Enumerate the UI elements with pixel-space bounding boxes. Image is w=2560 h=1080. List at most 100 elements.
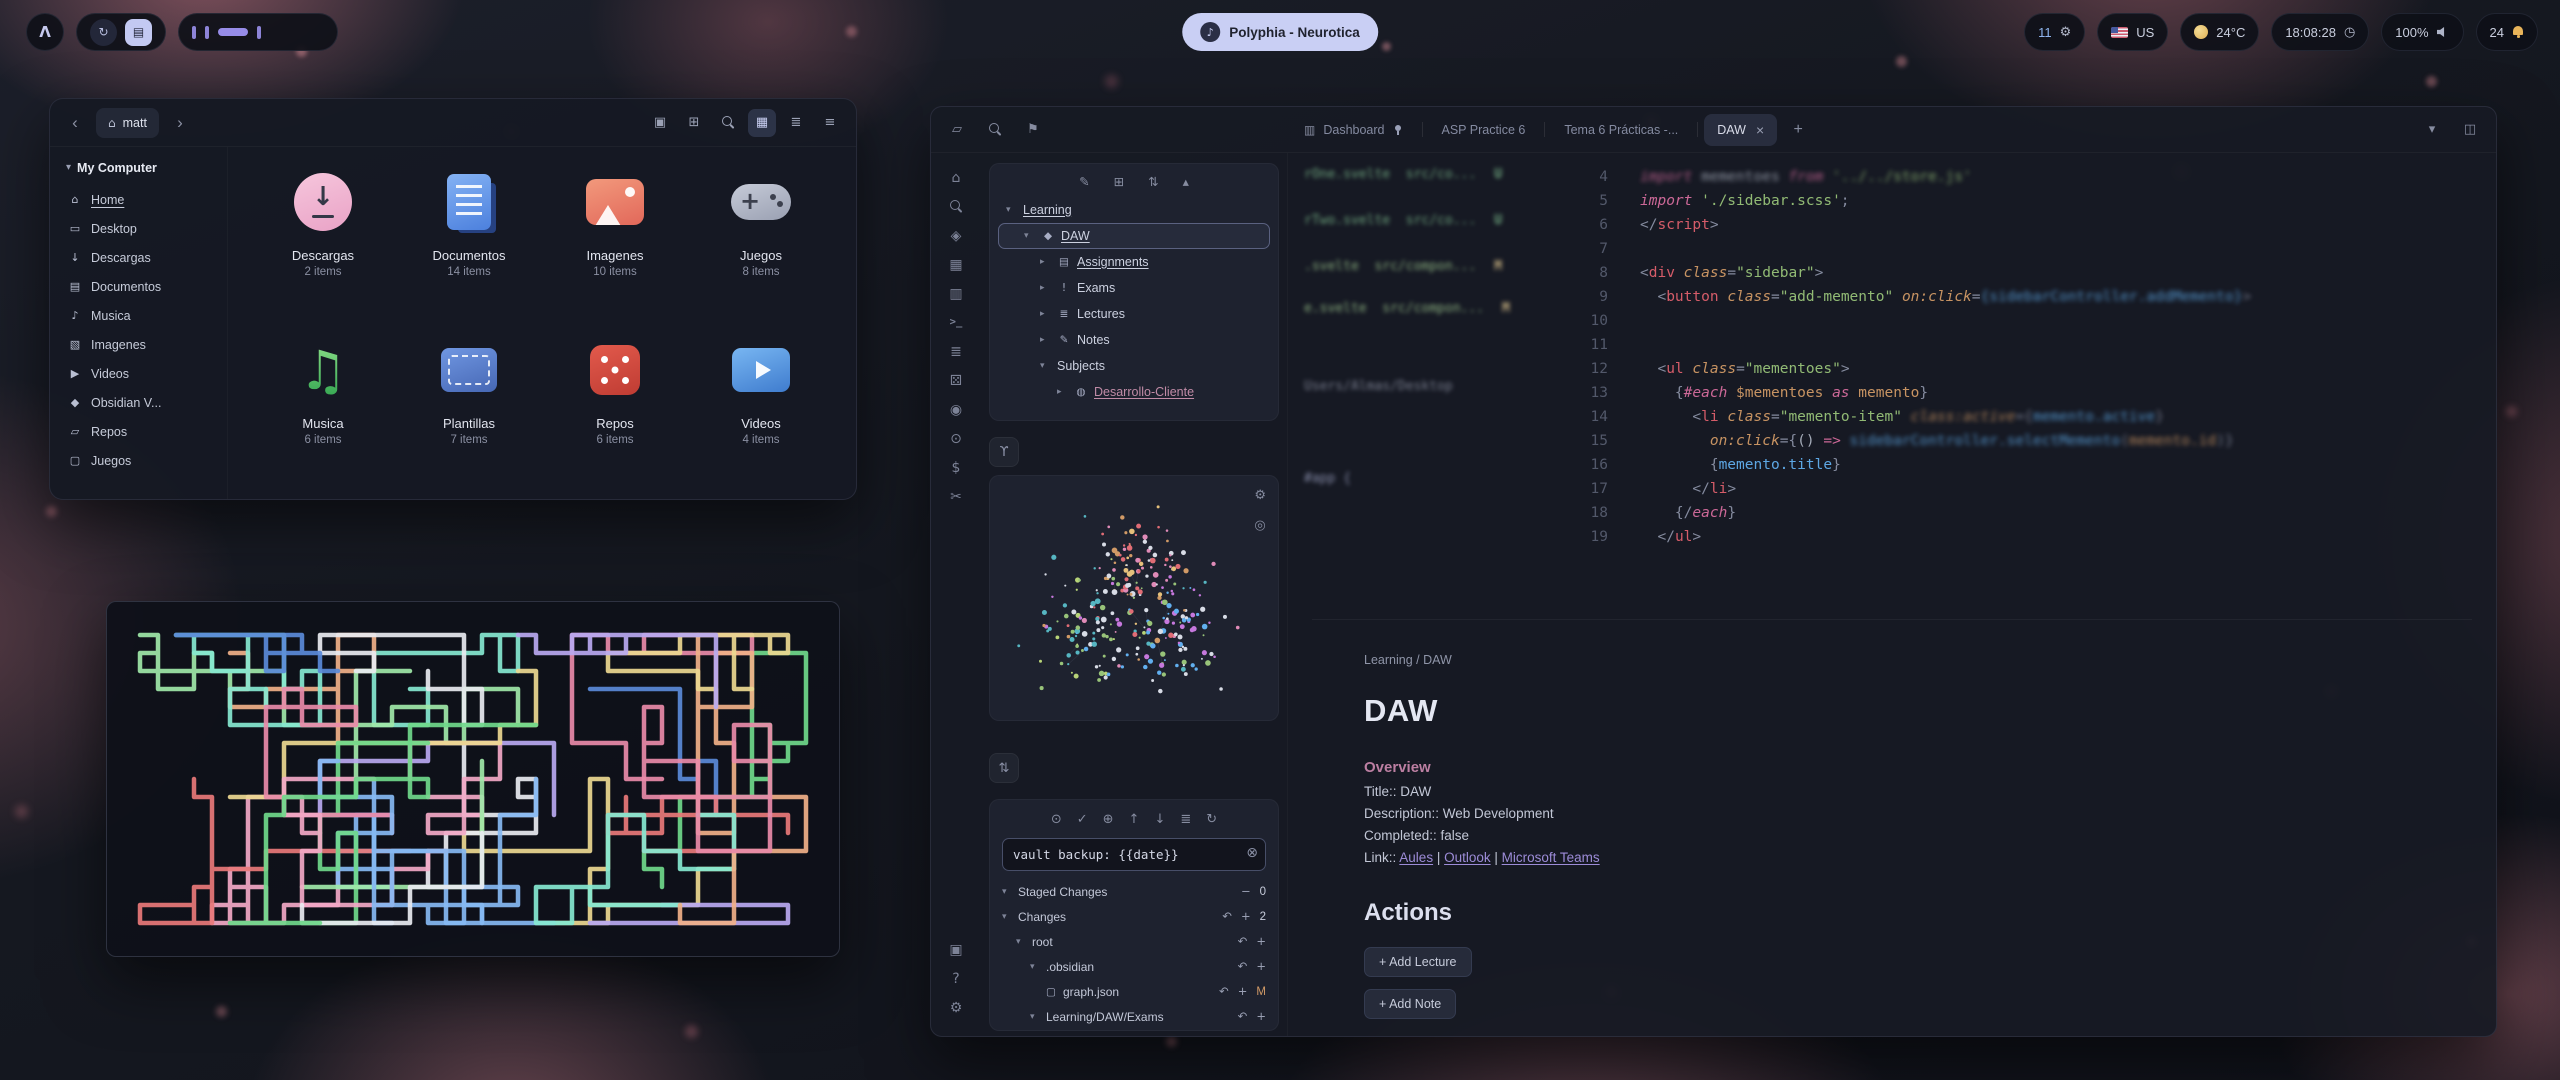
- graph-panel-badge[interactable]: ϒ: [989, 437, 1019, 467]
- explorer-item-subjects[interactable]: ▾Subjects: [998, 353, 1270, 379]
- updates-pill[interactable]: 11⚙: [2024, 13, 2085, 51]
- music-widget[interactable]: ♪ Polyphia - Neurotica: [1182, 13, 1378, 51]
- git-row-staged-changes[interactable]: ▾Staged Changes−0: [1002, 879, 1266, 904]
- push-button[interactable]: ↑: [1129, 810, 1140, 828]
- map-pin-button[interactable]: ⊙: [941, 424, 971, 453]
- volume-pill[interactable]: 100%: [2381, 13, 2463, 51]
- tab-dashboard[interactable]: ▥Dashboard: [1291, 114, 1416, 146]
- folder-templates[interactable]: Plantillas7 items: [396, 331, 542, 499]
- git-action-button[interactable]: −: [1241, 886, 1251, 898]
- git-action-button[interactable]: +: [1256, 961, 1266, 973]
- collapse-all-button[interactable]: ▴: [1183, 176, 1189, 189]
- snippets-button[interactable]: ✂: [941, 482, 971, 511]
- notes-button[interactable]: ▤: [125, 19, 152, 46]
- git-action-button[interactable]: ↶: [1222, 911, 1232, 923]
- fm-sidebar-item-videos[interactable]: ▶Videos: [60, 359, 217, 388]
- link-outlook[interactable]: Outlook: [1444, 850, 1491, 865]
- media-preview-button[interactable]: ▣: [646, 109, 674, 137]
- workspace-1[interactable]: [192, 26, 196, 39]
- stage-all-button[interactable]: ⊕: [1103, 810, 1114, 828]
- fm-sidebar-item-home[interactable]: ⌂Home: [60, 185, 217, 214]
- graph-settings-button[interactable]: ⚙: [1254, 486, 1266, 504]
- workspace-4[interactable]: [257, 26, 261, 39]
- tab-daw[interactable]: DAW×: [1704, 114, 1777, 146]
- commit-message-input[interactable]: [1002, 838, 1266, 871]
- launcher-button[interactable]: Λ: [26, 13, 64, 51]
- pipes-terminal-window[interactable]: [106, 601, 840, 957]
- folders-button[interactable]: ▱: [943, 117, 971, 143]
- breadcrumb[interactable]: ⌂ matt: [96, 108, 159, 138]
- power-button[interactable]: ↻: [90, 19, 117, 46]
- obs-editor[interactable]: rOne.svelte src/co...UrTwo.svelte src/co…: [1287, 153, 2496, 1036]
- clock-pill[interactable]: 18:08:28◷: [2271, 13, 2369, 51]
- explorer-item-daw[interactable]: ▾◆DAW: [998, 223, 1270, 249]
- help-button[interactable]: ?: [941, 964, 971, 993]
- menu-button[interactable]: ≡: [816, 109, 844, 137]
- sort-order-button[interactable]: ⇅: [1148, 176, 1158, 189]
- git-action-button[interactable]: +: [1238, 986, 1248, 998]
- git-row-obsidian[interactable]: ▾.obsidian↶+: [1002, 954, 1266, 979]
- new-folder-button[interactable]: ⊞: [1114, 176, 1124, 189]
- button-add-note[interactable]: + Add Note: [1364, 989, 1456, 1019]
- link-microsoft-teams[interactable]: Microsoft Teams: [1502, 850, 1600, 865]
- vault-home-button[interactable]: ⌂: [941, 163, 971, 192]
- git-panel-badge[interactable]: ⇅: [989, 753, 1019, 783]
- list-view-button[interactable]: ≣: [782, 109, 810, 137]
- git-action-button[interactable]: ↶: [1238, 936, 1248, 948]
- link-aules[interactable]: Aules: [1399, 850, 1433, 865]
- explorer-item-assignments[interactable]: ▸▤Assignments: [998, 249, 1270, 275]
- fm-sidebar-item-documents[interactable]: ▤Documentos: [60, 272, 217, 301]
- changed-files-button[interactable]: ≣: [1180, 810, 1191, 828]
- vault-switcher-button[interactable]: ▣: [941, 935, 971, 964]
- fm-sidebar-heading[interactable]: ▾ My Computer: [60, 157, 217, 185]
- tab-tema-6-pr-cticas[interactable]: Tema 6 Prácticas -...: [1551, 114, 1691, 146]
- refresh-button[interactable]: ↻: [1206, 810, 1217, 828]
- notifications-pill[interactable]: 24: [2476, 13, 2538, 51]
- git-action-button[interactable]: ↶: [1238, 961, 1248, 973]
- canvas-button[interactable]: ▦: [941, 250, 971, 279]
- git-row-learning-daw-exams[interactable]: ▾Learning/DAW/Exams↶+: [1002, 1004, 1266, 1029]
- search-button[interactable]: [981, 117, 1009, 143]
- donate-button[interactable]: $: [941, 453, 971, 482]
- explorer-item-learning[interactable]: ▾Learning: [998, 197, 1270, 223]
- tab-asp-practice-6[interactable]: ASP Practice 6: [1429, 114, 1539, 146]
- commit-all-button[interactable]: ✓: [1077, 810, 1088, 828]
- new-note-button[interactable]: ✎: [1079, 176, 1089, 189]
- graph-filter-button[interactable]: ◎: [1254, 516, 1266, 534]
- git-action-button[interactable]: ↶: [1219, 986, 1229, 998]
- random-note-button[interactable]: ⚄: [941, 366, 971, 395]
- daily-note-button[interactable]: ▥: [941, 279, 971, 308]
- reading-view-button[interactable]: ≣: [941, 337, 971, 366]
- fm-sidebar-item-obsidian-vault[interactable]: ◆Obsidian V...: [60, 388, 217, 417]
- git-action-button[interactable]: ↶: [1238, 1011, 1248, 1023]
- git-row-root[interactable]: ▾root↶+: [1002, 929, 1266, 954]
- folder-download[interactable]: ↓Descargas2 items: [250, 163, 396, 331]
- forward-button[interactable]: ›: [167, 110, 193, 136]
- fm-sidebar-item-images[interactable]: ▧Imagenes: [60, 330, 217, 359]
- fm-sidebar-item-downloads[interactable]: ↓Descargas: [60, 243, 217, 272]
- camera-button[interactable]: ◉: [941, 395, 971, 424]
- graph-view-button[interactable]: ◈: [941, 221, 971, 250]
- fm-sidebar-item-repos[interactable]: ▱Repos: [60, 417, 217, 446]
- new-tab-button[interactable]: +: [1783, 115, 1813, 145]
- settings-button[interactable]: ⚙: [941, 993, 971, 1022]
- git-action-button[interactable]: +: [1256, 1011, 1266, 1023]
- workspace-2[interactable]: [205, 26, 209, 39]
- folder-documents[interactable]: Documentos14 items: [396, 163, 542, 331]
- workspace-3[interactable]: [218, 28, 248, 36]
- search-button[interactable]: [941, 192, 971, 221]
- folder-music[interactable]: ♫Musica6 items: [250, 331, 396, 499]
- button-add-lecture[interactable]: + Add Lecture: [1364, 947, 1472, 977]
- folder-repos[interactable]: Repos6 items: [542, 331, 688, 499]
- keyboard-layout-pill[interactable]: US: [2097, 13, 2168, 51]
- explorer-item-notes[interactable]: ▸✎Notes: [998, 327, 1270, 353]
- grid-view-button[interactable]: ▦: [748, 109, 776, 137]
- git-action-button[interactable]: +: [1256, 936, 1266, 948]
- fm-sidebar-item-desktop[interactable]: ▭Desktop: [60, 214, 217, 243]
- git-action-button[interactable]: +: [1241, 911, 1251, 923]
- folder-videos[interactable]: Videos4 items: [688, 331, 834, 499]
- explorer-item-exams[interactable]: ▸!Exams: [998, 275, 1270, 301]
- toggle-right-sidebar-button[interactable]: ◫: [2456, 117, 2484, 143]
- folder-images[interactable]: Imagenes10 items: [542, 163, 688, 331]
- git-row-graph-json[interactable]: ▢graph.json↶+M: [1002, 979, 1266, 1004]
